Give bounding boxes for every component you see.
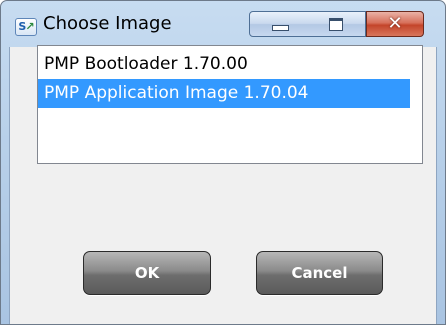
app-icon-arrow: ↗ [25, 20, 34, 33]
minimize-button[interactable] [249, 11, 309, 37]
list-item-application-image[interactable]: PMP Application Image 1.70.04 [38, 79, 410, 108]
window-title: Choose Image [43, 13, 172, 34]
maximize-icon [329, 18, 343, 31]
title-bar[interactable]: S↗ Choose Image ✕ [1, 1, 445, 47]
minimize-icon [272, 25, 289, 31]
close-button[interactable]: ✕ [366, 11, 424, 37]
maximize-button[interactable] [308, 11, 366, 37]
app-icon[interactable]: S↗ [15, 18, 37, 36]
choose-image-dialog: S↗ Choose Image ✕ PMP Bootloader 1.70.00… [0, 0, 446, 325]
list-item-bootloader[interactable]: PMP Bootloader 1.70.00 [38, 50, 422, 79]
ok-button[interactable]: OK [83, 251, 211, 295]
close-icon: ✕ [387, 13, 403, 34]
image-listbox[interactable]: PMP Bootloader 1.70.00 PMP Application I… [37, 45, 423, 164]
cancel-button[interactable]: Cancel [256, 251, 383, 295]
